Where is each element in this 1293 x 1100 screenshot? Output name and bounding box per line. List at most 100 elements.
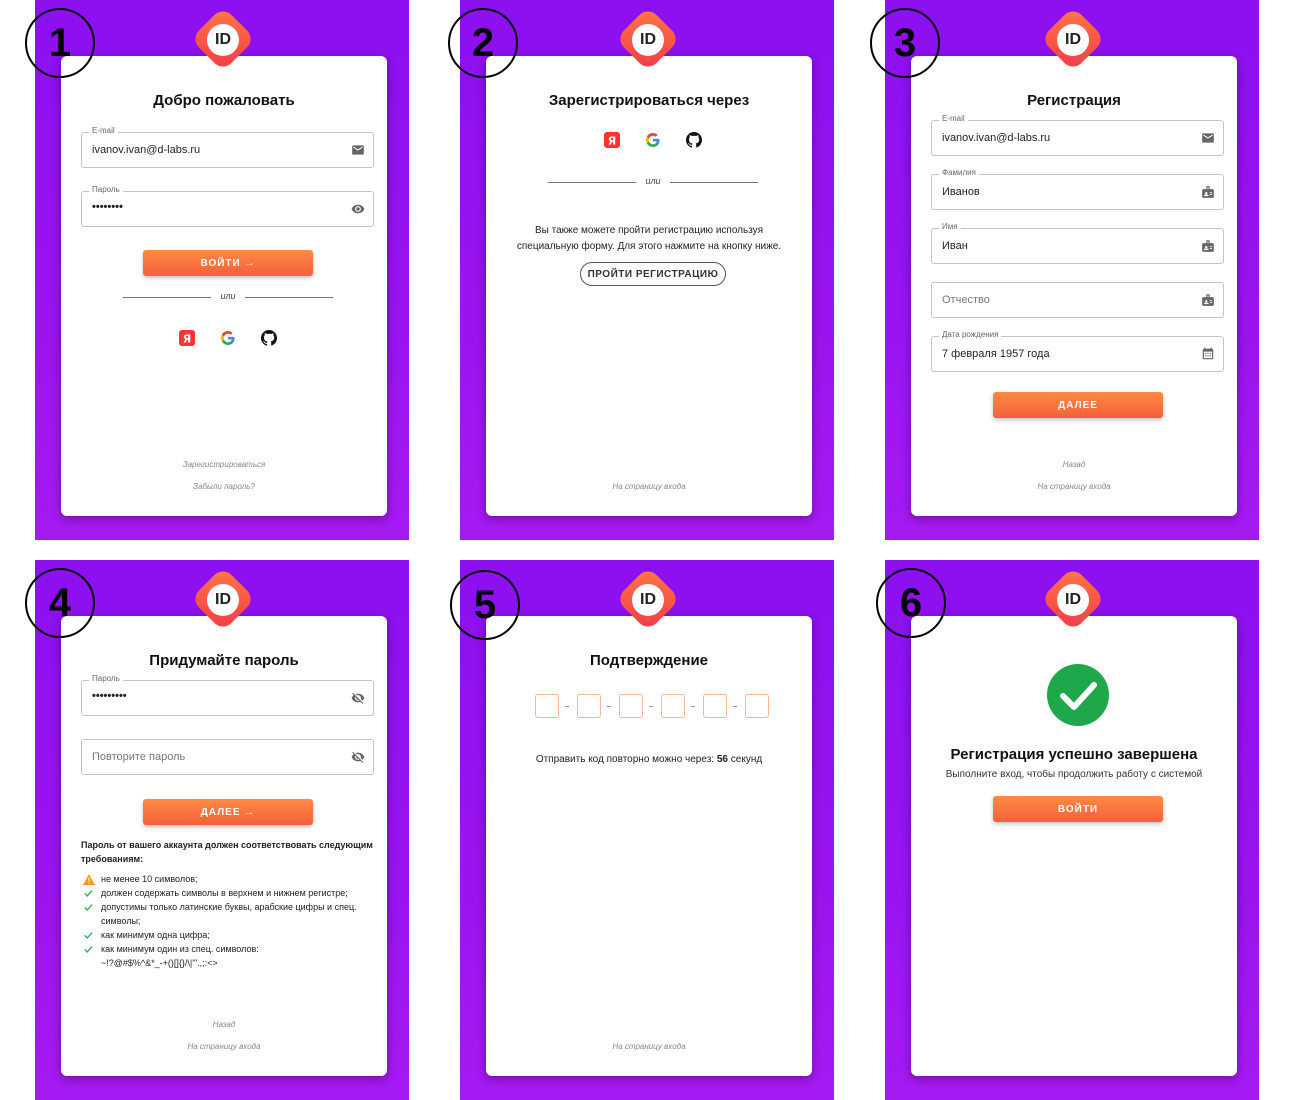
step-badge: 5 bbox=[450, 570, 520, 640]
next-button[interactable]: ДАЛЕЕ bbox=[993, 392, 1163, 418]
login-button[interactable]: ВОЙТИ bbox=[993, 796, 1163, 822]
resend-seconds: 56 bbox=[716, 754, 728, 765]
yandex-icon[interactable]: Я bbox=[179, 330, 195, 346]
social-login: Я bbox=[179, 330, 277, 346]
email-value: ivanov.ivan@d-labs.ru bbox=[942, 132, 1051, 144]
login-page-link[interactable]: На страницу входа bbox=[486, 482, 812, 491]
info-line: Вы также можете пройти регистрацию испол… bbox=[534, 225, 763, 236]
social-register: Я bbox=[604, 132, 702, 148]
code-digit-input[interactable] bbox=[745, 694, 769, 718]
birthdate-field[interactable]: Дата рождения 7 февраля 1957 года bbox=[931, 330, 1224, 372]
info-text: Вы также можете пройти регистрацию испол… bbox=[486, 223, 812, 255]
code-separator bbox=[607, 706, 611, 707]
login-card: Добро пожаловать E-mail ivanov.ivan@d-la… bbox=[61, 56, 387, 516]
github-icon[interactable] bbox=[686, 132, 702, 148]
requirement-text: как минимум одна цифра; bbox=[101, 930, 210, 940]
code-digit-input[interactable] bbox=[535, 694, 559, 718]
requirements-title: Пароль от вашего аккаунта должен соответ… bbox=[81, 840, 373, 864]
requirement-item: не менее 10 символов; bbox=[81, 872, 381, 886]
logo-text: ID bbox=[207, 584, 239, 616]
badge-icon bbox=[1202, 294, 1214, 306]
github-icon[interactable] bbox=[261, 330, 277, 346]
email-field[interactable]: E-mail ivanov.ivan@d-labs.ru bbox=[931, 114, 1224, 156]
svg-text:Я: Я bbox=[608, 135, 616, 148]
patronymic-field[interactable]: Отчество bbox=[931, 282, 1224, 318]
page-title: Придумайте пароль bbox=[149, 652, 299, 669]
step-badge: 6 bbox=[876, 568, 946, 638]
success-card: Регистрация успешно завершена Выполните … bbox=[911, 616, 1237, 1076]
password-field[interactable]: Пароль ••••••••• bbox=[81, 674, 374, 716]
badge-icon bbox=[1202, 186, 1214, 198]
patronymic-placeholder: Отчество bbox=[942, 294, 990, 306]
success-subtitle: Выполните вход, чтобы продолжить работу … bbox=[945, 769, 1203, 780]
logo: ID bbox=[1040, 6, 1106, 72]
code-digit-input[interactable] bbox=[661, 694, 685, 718]
check-icon bbox=[84, 946, 93, 953]
firstname-field[interactable]: Имя Иван bbox=[931, 222, 1224, 264]
step-badge: 1 bbox=[25, 8, 95, 78]
repeat-password-placeholder: Повторите пароль bbox=[92, 751, 186, 763]
panel-registration: ID Регистрация E-mail ivanov.ivan@d-labs… bbox=[885, 0, 1259, 540]
back-link[interactable]: Назад bbox=[61, 1020, 387, 1029]
code-separator bbox=[649, 706, 653, 707]
register-link[interactable]: Зарегистрироваться bbox=[61, 460, 387, 469]
success-title: Регистрация успешно завершена bbox=[950, 746, 1198, 763]
lastname-value: Иванов bbox=[942, 186, 980, 198]
create-password-card: Придумайте пароль Пароль ••••••••• Повто… bbox=[61, 616, 387, 1076]
code-digit-input[interactable] bbox=[703, 694, 727, 718]
register-form-button[interactable]: ПРОЙТИ РЕГИСТРАЦИЮ bbox=[580, 262, 726, 286]
page-title: Подтверждение bbox=[589, 652, 709, 669]
birthdate-value: 7 февраля 1957 года bbox=[942, 348, 1050, 360]
eye-icon[interactable] bbox=[351, 202, 365, 216]
or-divider: или bbox=[548, 176, 758, 188]
check-icon bbox=[84, 904, 93, 911]
email-value: ivanov.ivan@d-labs.ru bbox=[92, 144, 201, 156]
login-page-link[interactable]: На страницу входа bbox=[911, 482, 1237, 491]
register-via-card: Зарегистрироваться через Я или Вы также … bbox=[486, 56, 812, 516]
panel-login: ID Добро пожаловать E-mail ivanov.ivan@d… bbox=[35, 0, 409, 540]
requirement-item: как минимум одна цифра; bbox=[81, 928, 381, 942]
resend-timer: Отправить код повторно можно через: 56 с… bbox=[486, 754, 812, 765]
eye-off-icon[interactable] bbox=[351, 691, 365, 705]
forgot-password-link[interactable]: Забыли пароль? bbox=[61, 482, 387, 491]
google-icon[interactable] bbox=[645, 132, 661, 148]
eye-off-icon[interactable] bbox=[351, 750, 365, 764]
login-page-link[interactable]: На страницу входа bbox=[61, 1042, 387, 1051]
page-title: Регистрация bbox=[1027, 92, 1121, 109]
badge-icon bbox=[1202, 240, 1214, 252]
password-label: Пароль bbox=[89, 674, 123, 683]
step-badge: 2 bbox=[448, 8, 518, 78]
repeat-password-field[interactable]: Повторите пароль bbox=[81, 739, 374, 775]
logo: ID bbox=[190, 566, 256, 632]
next-button[interactable]: ДАЛЕЕ → bbox=[143, 799, 313, 825]
code-digit-input[interactable] bbox=[577, 694, 601, 718]
yandex-icon[interactable]: Я bbox=[604, 132, 620, 148]
resend-text: Отправить код повторно можно через: bbox=[535, 754, 715, 765]
logo: ID bbox=[190, 6, 256, 72]
password-value: ••••••••• bbox=[92, 690, 127, 702]
logo-text: ID bbox=[632, 584, 664, 616]
password-field[interactable]: Пароль •••••••• bbox=[81, 185, 374, 227]
lastname-field[interactable]: Фамилия Иванов bbox=[931, 168, 1224, 210]
logo: ID bbox=[615, 6, 681, 72]
svg-text:Я: Я bbox=[183, 333, 191, 346]
login-button[interactable]: ВОЙТИ → bbox=[143, 250, 313, 276]
google-icon[interactable] bbox=[220, 330, 236, 346]
special-chars: ~!?@#$%^&*_-+()[]{}/\|'".,;:<> bbox=[101, 958, 218, 968]
requirement-text: должен содержать символы в верхнем и ниж… bbox=[101, 888, 348, 898]
password-label: Пароль bbox=[89, 185, 123, 194]
calendar-icon[interactable] bbox=[1201, 347, 1215, 361]
success-check-icon bbox=[1047, 664, 1109, 726]
requirement-item: как минимум один из спец. символов: bbox=[81, 942, 381, 956]
code-separator bbox=[565, 706, 569, 707]
email-field[interactable]: E-mail ivanov.ivan@d-labs.ru bbox=[81, 126, 374, 168]
logo-text: ID bbox=[1057, 24, 1089, 56]
requirement-text: допустимы только латинские буквы, арабск… bbox=[101, 902, 357, 926]
back-link[interactable]: Назад bbox=[911, 460, 1237, 469]
mail-icon bbox=[352, 145, 364, 155]
login-page-link[interactable]: На страницу входа bbox=[486, 1042, 812, 1051]
panel-confirmation: ID Подтверждение Отправить код повторно … bbox=[460, 560, 834, 1100]
step-badge: 3 bbox=[870, 8, 940, 78]
code-digit-input[interactable] bbox=[619, 694, 643, 718]
birthdate-label: Дата рождения bbox=[939, 330, 1002, 339]
